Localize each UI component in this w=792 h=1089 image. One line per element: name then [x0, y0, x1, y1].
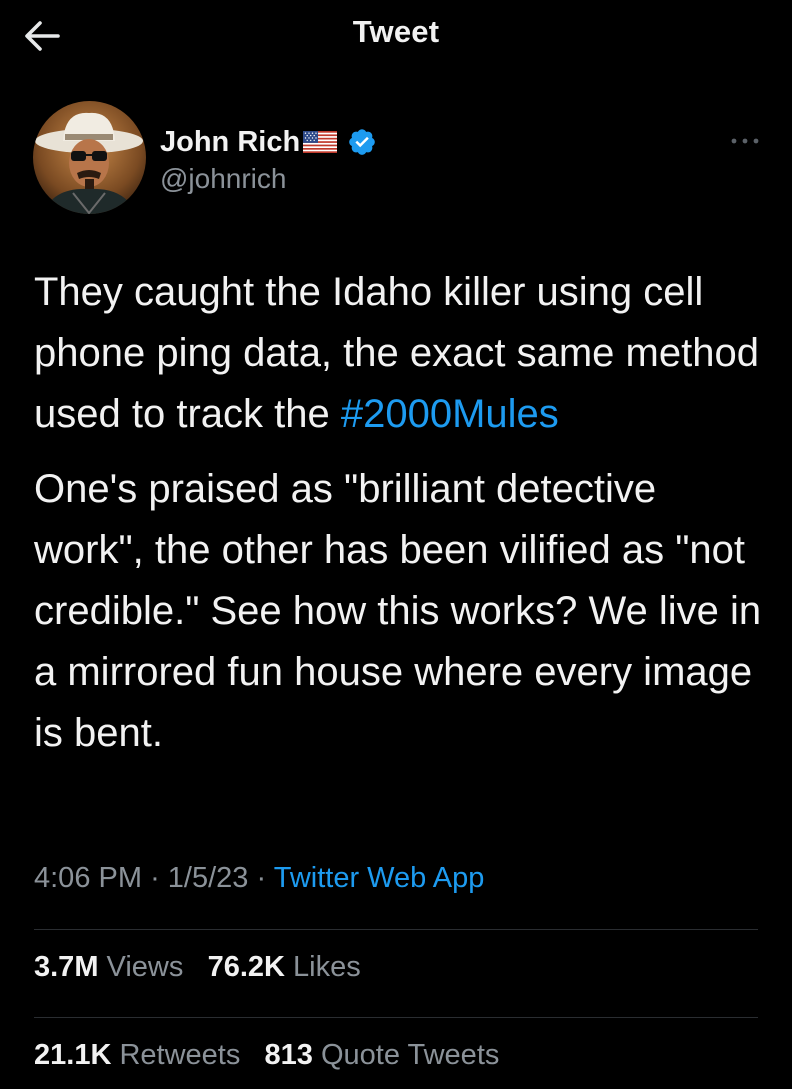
retweets-count: 21.1K: [34, 1039, 112, 1071]
meta-separator: ·: [256, 862, 267, 894]
stats-row-views-likes: 3.7M Views 76.2K Likes: [34, 951, 361, 984]
more-options-button[interactable]: [725, 129, 765, 153]
tweet-author: John Rich @johnrich: [33, 101, 773, 221]
likes-label: Likes: [293, 951, 361, 983]
author-handle[interactable]: @johnrich: [160, 163, 377, 195]
stats-row-retweets-quotes: 21.1K Retweets 813 Quote Tweets: [34, 1039, 499, 1072]
tweet-text: They caught the Idaho killer using cell …: [34, 262, 774, 764]
meta-separator: ·: [150, 862, 160, 894]
tweet-time[interactable]: 4:06 PM: [34, 862, 142, 894]
avatar-image: [33, 101, 146, 214]
divider: [34, 929, 758, 930]
us-flag-icon: [303, 131, 338, 153]
more-horizontal-icon: [731, 138, 759, 144]
tweet-paragraph-2: One's praised as "brilliant detective wo…: [34, 467, 762, 755]
views-label: Views: [106, 951, 184, 983]
tweet-meta: 4:06 PM · 1/5/23 · Twitter Web App: [34, 862, 484, 895]
divider: [34, 1017, 758, 1018]
top-bar: Tweet: [0, 0, 792, 80]
retweets-stat[interactable]: 21.1K Retweets: [34, 1039, 240, 1071]
tweet-paragraph-1: They caught the Idaho killer using cell …: [34, 262, 774, 445]
likes-count: 76.2K: [207, 951, 285, 983]
page-title: Tweet: [352, 14, 440, 49]
views-stat[interactable]: 3.7M Views: [34, 951, 183, 983]
display-name[interactable]: John Rich: [160, 126, 300, 159]
views-count: 3.7M: [34, 951, 99, 983]
quotes-label: Quote Tweets: [320, 1039, 500, 1071]
retweets-label: Retweets: [119, 1039, 241, 1071]
likes-stat[interactable]: 76.2K Likes: [208, 951, 361, 983]
author-names: John Rich @johnrich: [160, 123, 377, 195]
hashtag-link[interactable]: #2000Mules: [341, 392, 559, 436]
quotes-count: 813: [264, 1039, 313, 1071]
avatar[interactable]: [33, 101, 146, 214]
quote-tweets-stat[interactable]: 813 Quote Tweets: [265, 1039, 500, 1071]
tweet-source-link[interactable]: Twitter Web App: [274, 862, 485, 894]
tweet-date[interactable]: 1/5/23: [168, 862, 249, 894]
verified-badge-icon[interactable]: [347, 127, 377, 157]
display-name-row[interactable]: John Rich: [160, 123, 377, 161]
